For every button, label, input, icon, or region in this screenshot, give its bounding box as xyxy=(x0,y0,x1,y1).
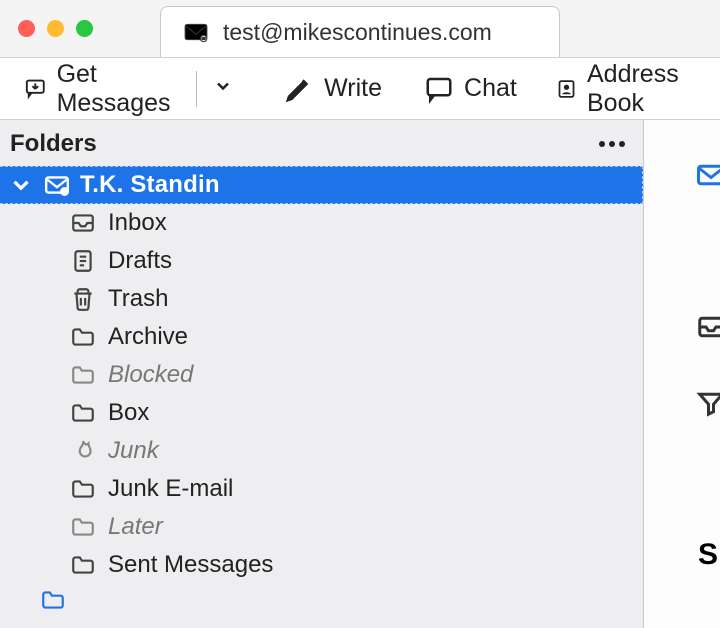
folder-row[interactable]: Trash xyxy=(0,280,643,318)
flame-icon xyxy=(70,438,96,464)
chat-icon xyxy=(424,74,454,104)
folder-pane-title: Folders xyxy=(10,130,97,158)
folder-label: Blocked xyxy=(108,361,193,389)
main-area: Folders T.K. Standin Inbox Drafts Trash Arc… xyxy=(0,120,720,628)
folder-label: Junk xyxy=(108,437,159,465)
partial-heading: S xyxy=(698,538,718,572)
toolbar-separator xyxy=(196,71,197,107)
folder-label: Box xyxy=(108,399,149,427)
titlebar: test@mikescontinues.com xyxy=(0,0,720,58)
envelope-lock-icon xyxy=(183,19,209,45)
funnel-icon xyxy=(696,388,720,423)
get-messages-icon xyxy=(24,74,47,104)
address-book-icon xyxy=(556,74,577,104)
folder-row[interactable] xyxy=(0,584,643,618)
envelope-icon xyxy=(696,160,720,195)
folder-icon xyxy=(70,476,96,502)
message-pane-sliver: S xyxy=(644,120,720,628)
address-book-label: Address Book xyxy=(587,60,696,118)
folder-tree: T.K. Standin Inbox Drafts Trash Archive Bloc… xyxy=(0,166,643,618)
expand-toggle-icon xyxy=(8,172,34,198)
folder-icon xyxy=(70,552,96,578)
maximize-window-button[interactable] xyxy=(76,20,93,37)
tab-account[interactable]: test@mikescontinues.com xyxy=(160,6,560,57)
folder-row[interactable]: Drafts xyxy=(0,242,643,280)
inbox-icon xyxy=(696,312,720,347)
folder-label: Trash xyxy=(108,285,168,313)
account-row[interactable]: T.K. Standin xyxy=(0,166,643,204)
account-mail-icon xyxy=(44,172,70,198)
folder-icon xyxy=(40,587,66,613)
folder-row[interactable]: Inbox xyxy=(0,204,643,242)
tab-title: test@mikescontinues.com xyxy=(223,19,492,46)
folder-pane: Folders T.K. Standin Inbox Drafts Trash Arc… xyxy=(0,120,644,628)
chat-button[interactable]: Chat xyxy=(414,70,527,108)
folder-label: Drafts xyxy=(108,247,172,275)
minimize-window-button[interactable] xyxy=(47,20,64,37)
get-messages-button[interactable]: Get Messages xyxy=(14,56,188,122)
toolbar: Get Messages Write Chat Address Book xyxy=(0,58,720,120)
folder-label: Junk E-mail xyxy=(108,475,233,503)
folder-row[interactable]: Blocked xyxy=(0,356,643,394)
write-button[interactable]: Write xyxy=(274,70,392,108)
folder-icon xyxy=(70,400,96,426)
address-book-button[interactable]: Address Book xyxy=(546,56,706,122)
chevron-down-icon xyxy=(213,76,233,96)
trash-icon xyxy=(70,286,96,312)
inbox-icon xyxy=(70,210,96,236)
folder-row[interactable]: Later xyxy=(0,508,643,546)
get-messages-dropdown[interactable] xyxy=(205,70,241,107)
folder-row[interactable]: Archive xyxy=(0,318,643,356)
folder-label: Inbox xyxy=(108,209,167,237)
get-messages-label: Get Messages xyxy=(57,60,178,118)
folder-icon xyxy=(70,362,96,388)
account-name: T.K. Standin xyxy=(80,171,220,199)
folder-label: Archive xyxy=(108,323,188,351)
write-label: Write xyxy=(324,74,382,103)
pencil-icon xyxy=(284,74,314,104)
drafts-icon xyxy=(70,248,96,274)
folder-pane-header: Folders xyxy=(0,120,643,166)
folder-label: Sent Messages xyxy=(108,551,273,579)
window-controls xyxy=(0,0,160,57)
close-window-button[interactable] xyxy=(18,20,35,37)
folder-icon xyxy=(70,514,96,540)
folder-icon xyxy=(70,324,96,350)
folder-row[interactable]: Box xyxy=(0,394,643,432)
folder-label: Later xyxy=(108,513,163,541)
chat-label: Chat xyxy=(464,74,517,103)
folder-row[interactable]: Junk E-mail xyxy=(0,470,643,508)
folder-row[interactable]: Sent Messages xyxy=(0,546,643,584)
folder-pane-options-button[interactable] xyxy=(599,141,625,147)
folder-row[interactable]: Junk xyxy=(0,432,643,470)
